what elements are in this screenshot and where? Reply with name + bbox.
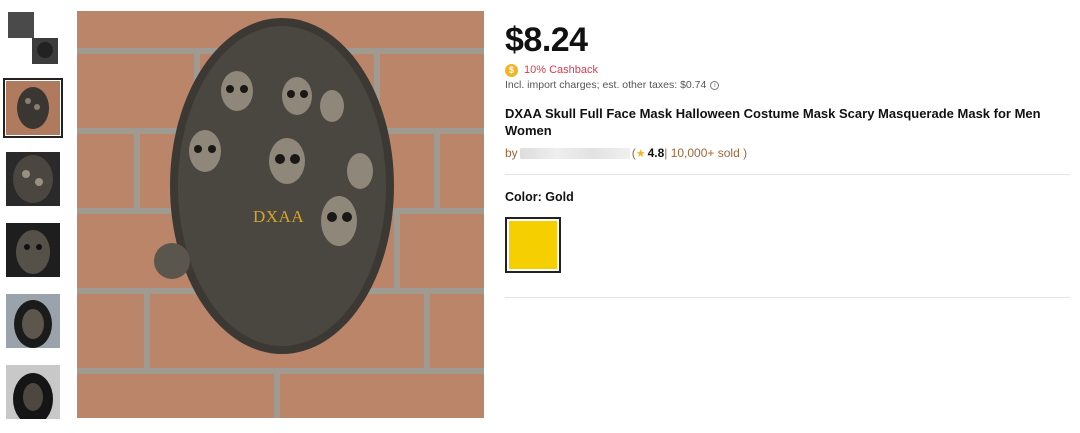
color-swatch-gold[interactable] — [505, 217, 561, 273]
thumbnail-5[interactable] — [6, 294, 60, 348]
product-title: DXAA Skull Full Face Mask Halloween Cost… — [505, 106, 1041, 138]
thumbnail-3[interactable] — [6, 152, 60, 206]
thumbnail-3-image — [6, 152, 60, 206]
star-icon: ★ — [635, 147, 646, 160]
seller-prefix: by — [505, 146, 518, 160]
thumbnail-4[interactable] — [6, 223, 60, 277]
thumbnail-2-image — [6, 81, 60, 135]
thumbnail-4-image — [6, 223, 60, 277]
cashback-row: $ 10% Cashback — [505, 63, 1070, 77]
thumbnail-1-image — [6, 10, 60, 64]
thumbnail-2[interactable] — [3, 78, 63, 138]
main-product-image[interactable]: DXAA — [77, 11, 484, 418]
tax-note: Incl. import charges; est. other taxes: … — [505, 79, 707, 91]
divider — [505, 297, 1070, 298]
thumbnail-5-image — [6, 294, 60, 348]
coin-icon: $ — [505, 63, 518, 77]
thumbnail-list — [3, 10, 64, 433]
color-label: Color: Gold — [505, 190, 574, 204]
thumbnail-6[interactable] — [6, 365, 60, 419]
price: $8.24 — [505, 21, 588, 59]
thumbnail-1[interactable] — [6, 10, 60, 64]
tax-note-row: Incl. import charges; est. other taxes: … — [505, 79, 1070, 91]
product-info-panel: $8.24 $ 10% Cashback Incl. import charge… — [505, 20, 1070, 298]
cashback-text: 10% Cashback — [524, 64, 598, 76]
seller-rating-row: by ( ★ 4.8 | 10,000+ sold ) — [505, 146, 1070, 160]
divider — [505, 174, 1070, 175]
rating-value[interactable]: 4.8 — [648, 146, 665, 160]
image-brand-watermark: DXAA — [253, 207, 305, 226]
seller-name-redacted[interactable] — [519, 147, 630, 159]
thumbnail-6-image — [6, 365, 60, 419]
sold-count: | 10,000+ sold ) — [664, 146, 748, 160]
info-icon[interactable]: i — [710, 80, 720, 90]
color-swatch-fill — [509, 221, 557, 269]
